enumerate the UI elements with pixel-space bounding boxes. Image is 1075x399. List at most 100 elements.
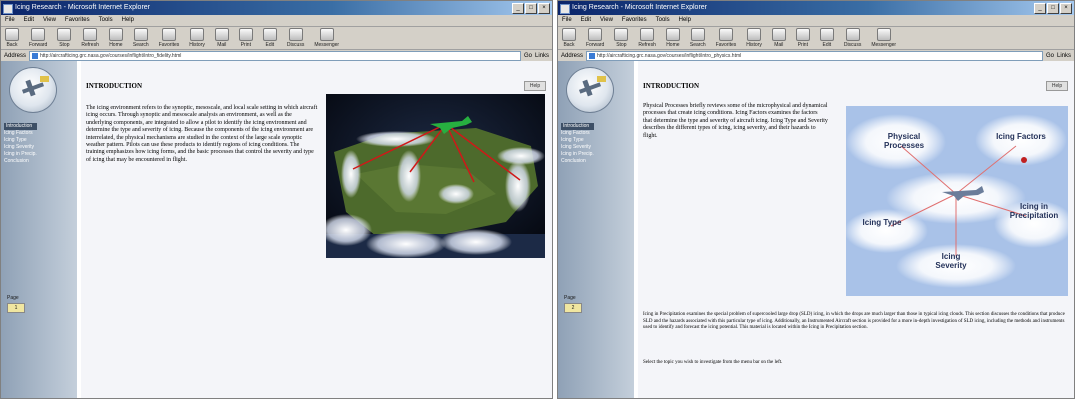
close-button[interactable]: × <box>1060 3 1072 14</box>
stop-button[interactable]: Stop <box>614 28 629 48</box>
maximize-button[interactable]: □ <box>1047 3 1059 14</box>
toolbar: Back Forward Stop Refresh Home Search Fa… <box>1 27 552 50</box>
nav-item-conclusion[interactable]: Conclusion <box>4 158 37 165</box>
print-icon <box>238 28 253 41</box>
search-button[interactable]: Search <box>690 28 706 48</box>
address-label: Address <box>561 53 584 59</box>
map-graphic <box>326 94 545 258</box>
maximize-button[interactable]: □ <box>525 3 537 14</box>
menu-help[interactable]: Help <box>679 15 691 26</box>
discuss-button[interactable]: Discuss <box>844 28 861 48</box>
nav-item-icing-factors[interactable]: Icing Factors <box>4 130 37 137</box>
go-button[interactable]: Go <box>1046 53 1054 59</box>
mail-icon <box>214 28 229 41</box>
menu-tools[interactable]: Tools <box>99 15 113 26</box>
address-label: Address <box>4 53 27 59</box>
page-number[interactable]: 1 <box>7 303 25 313</box>
mail-button[interactable]: Mail <box>214 28 229 48</box>
stop-icon <box>57 28 72 41</box>
nav-item-conclusion[interactable]: Conclusion <box>561 158 594 165</box>
menu-bar: File Edit View Favorites Tools Help <box>1 15 552 27</box>
diagram-label-severity[interactable]: Icing Severity <box>926 252 976 270</box>
favorites-icon <box>718 28 733 41</box>
page-number[interactable]: 2 <box>564 303 582 313</box>
minimize-button[interactable]: _ <box>1034 3 1046 14</box>
favorites-button[interactable]: Favorites <box>716 28 736 48</box>
stop-button[interactable]: Stop <box>57 28 72 48</box>
mail-button[interactable]: Mail <box>771 28 786 48</box>
back-button[interactable]: Back <box>5 28 19 48</box>
messenger-button[interactable]: Messenger <box>871 28 896 48</box>
home-button[interactable]: Home <box>108 28 123 48</box>
refresh-button[interactable]: Refresh <box>81 28 99 48</box>
page-title: INTRODUCTION <box>643 82 700 90</box>
forward-button[interactable]: Forward <box>586 28 604 48</box>
course-logo <box>9 67 57 113</box>
intro-hint: Select the topic you wish to investigate… <box>643 360 783 365</box>
edit-icon <box>819 28 834 41</box>
menu-help[interactable]: Help <box>122 15 134 26</box>
page-label: Page <box>564 295 576 301</box>
help-button[interactable]: Help <box>1046 81 1068 91</box>
go-button[interactable]: Go <box>524 53 532 59</box>
nav-item-icing-type[interactable]: Icing Type <box>4 137 37 144</box>
nav-item-icing-factors[interactable]: Icing Factors <box>561 130 594 137</box>
refresh-icon <box>640 28 655 41</box>
search-button[interactable]: Search <box>133 28 149 48</box>
menu-edit[interactable]: Edit <box>581 15 591 26</box>
history-icon <box>190 28 205 41</box>
ie-icon <box>560 4 570 14</box>
links-button[interactable]: Links <box>535 53 549 59</box>
close-button[interactable]: × <box>538 3 550 14</box>
diagram-label-type[interactable]: Icing Type <box>862 218 902 227</box>
nav-item-icing-type[interactable]: Icing Type <box>561 137 594 144</box>
edit-button[interactable]: Edit <box>262 28 277 48</box>
menu-favorites[interactable]: Favorites <box>622 15 647 26</box>
home-button[interactable]: Home <box>665 28 680 48</box>
edit-button[interactable]: Edit <box>819 28 834 48</box>
menu-file[interactable]: File <box>5 15 15 26</box>
address-input[interactable]: http://aircrafticing.grc.nasa.gov/course… <box>29 51 521 61</box>
history-button[interactable]: History <box>189 28 205 48</box>
nav-item-introduction[interactable]: Introduction <box>4 123 37 130</box>
title-bar: Icing Research - Microsoft Internet Expl… <box>1 1 552 15</box>
nav-item-introduction[interactable]: Introduction <box>561 123 594 130</box>
links-button[interactable]: Links <box>1057 53 1071 59</box>
page-icon <box>32 53 39 59</box>
stop-icon <box>614 28 629 41</box>
messenger-button[interactable]: Messenger <box>314 28 339 48</box>
print-button[interactable]: Print <box>795 28 810 48</box>
nav-item-icing-severity[interactable]: Icing Severity <box>561 144 594 151</box>
menu-tools[interactable]: Tools <box>656 15 670 26</box>
menu-file[interactable]: File <box>562 15 572 26</box>
print-icon <box>795 28 810 41</box>
back-button[interactable]: Back <box>562 28 576 48</box>
history-button[interactable]: History <box>746 28 762 48</box>
home-icon <box>665 28 680 41</box>
menu-edit[interactable]: Edit <box>24 15 34 26</box>
nav-item-icing-precip[interactable]: Icing in Precip. <box>4 151 37 158</box>
page-indicator: Page 1 <box>7 295 25 313</box>
discuss-icon <box>288 28 303 41</box>
forward-button[interactable]: Forward <box>29 28 47 48</box>
print-button[interactable]: Print <box>238 28 253 48</box>
address-input[interactable]: http://aircrafticing.grc.nasa.gov/course… <box>586 51 1043 61</box>
diagram-label-physical[interactable]: Physical Processes <box>874 132 934 150</box>
refresh-icon <box>83 28 98 41</box>
title-bar: Icing Research - Microsoft Internet Expl… <box>558 1 1074 15</box>
window-controls: _ □ × <box>512 3 550 14</box>
nav-item-icing-precip[interactable]: Icing in Precip. <box>561 151 594 158</box>
menu-view[interactable]: View <box>43 15 56 26</box>
diagram-label-precip[interactable]: Icing in Precipitation <box>1006 202 1062 220</box>
diagram-label-factors[interactable]: Icing Factors <box>996 132 1046 141</box>
minimize-button[interactable]: _ <box>512 3 524 14</box>
main-panel: INTRODUCTION Help The icing environment … <box>81 61 552 398</box>
refresh-button[interactable]: Refresh <box>638 28 656 48</box>
nav-item-icing-severity[interactable]: Icing Severity <box>4 144 37 151</box>
discuss-button[interactable]: Discuss <box>287 28 304 48</box>
forward-icon <box>588 28 603 41</box>
help-button[interactable]: Help <box>524 81 546 91</box>
menu-favorites[interactable]: Favorites <box>65 15 90 26</box>
menu-view[interactable]: View <box>600 15 613 26</box>
favorites-button[interactable]: Favorites <box>159 28 179 48</box>
